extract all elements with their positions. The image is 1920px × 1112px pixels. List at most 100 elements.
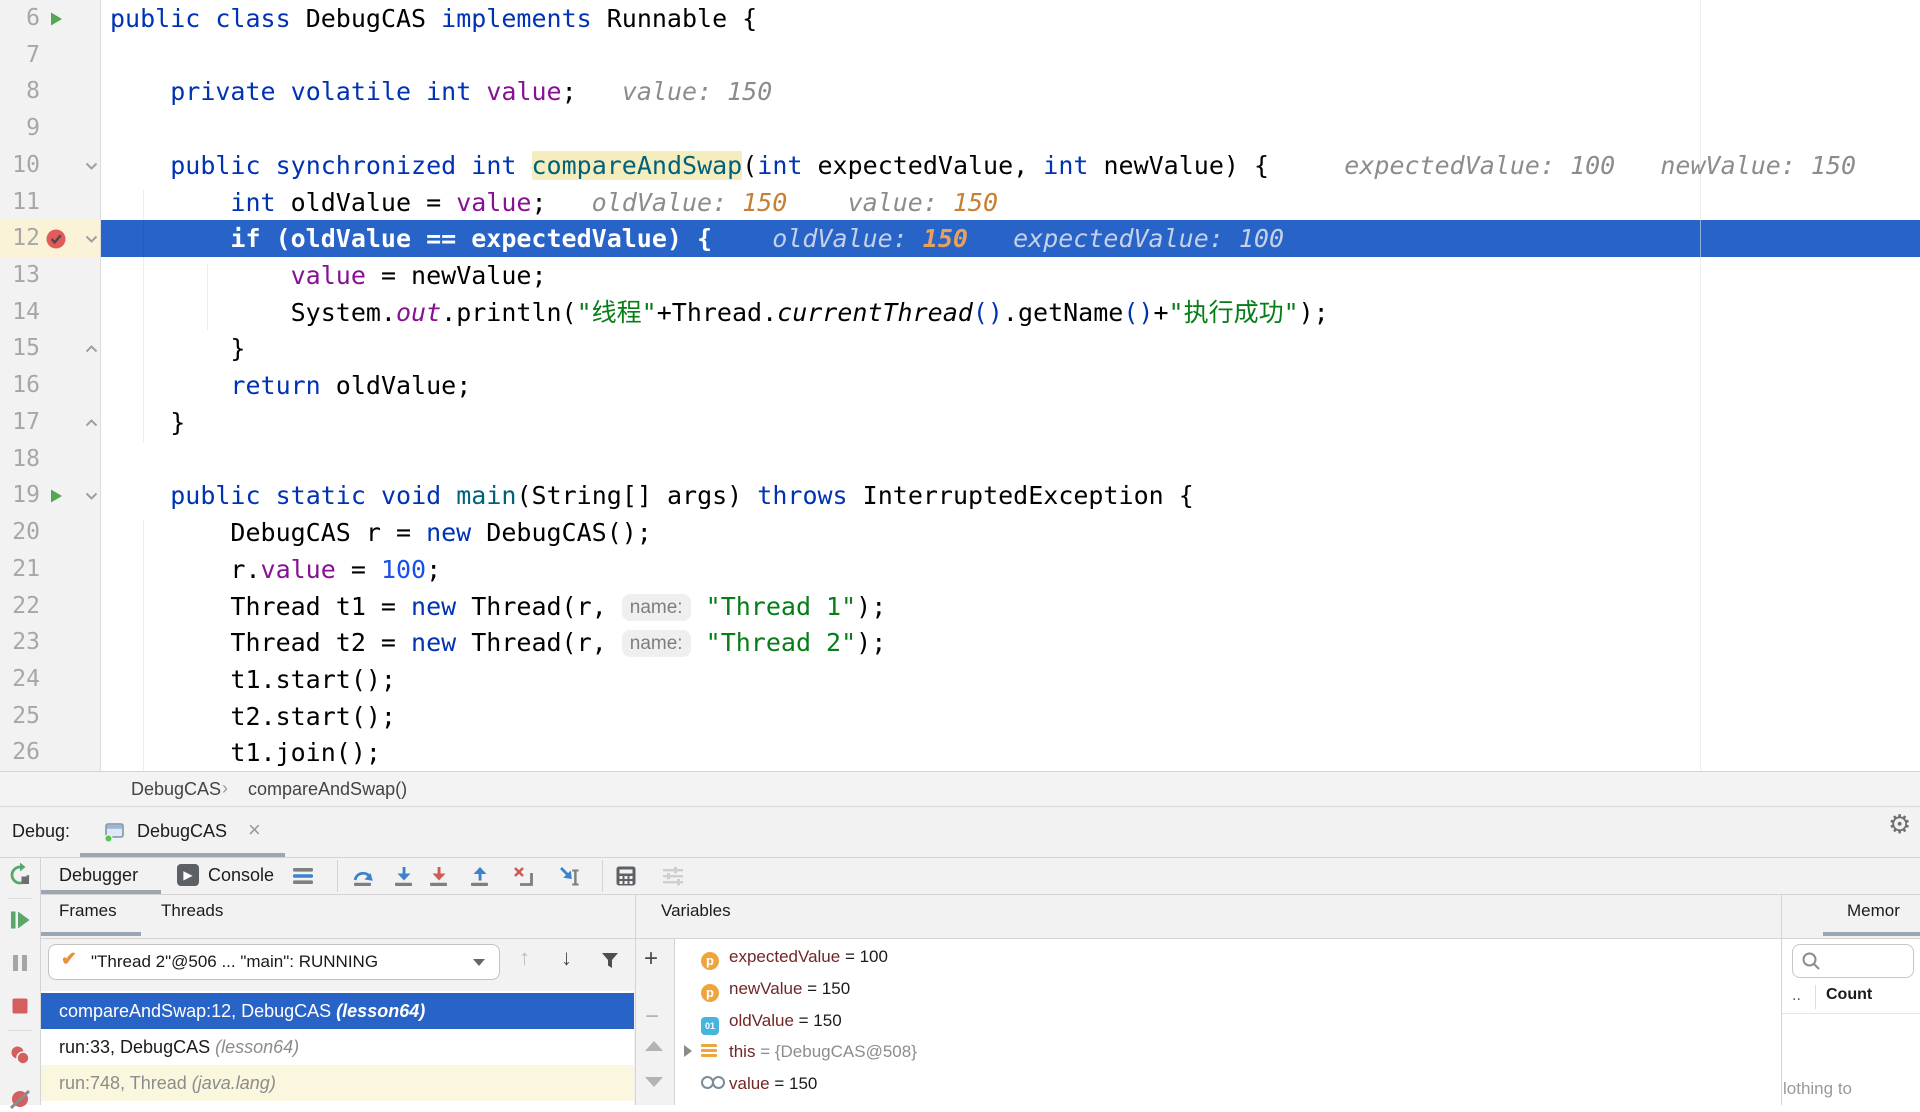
move-watch-up-icon[interactable] — [645, 1041, 663, 1051]
code-line[interactable]: 6 public class DebugCAS implements Runnab… — [0, 0, 1920, 37]
line-number[interactable]: 26 — [0, 734, 40, 771]
line-number[interactable]: 23 — [0, 624, 40, 661]
fold-collapse-icon[interactable] — [84, 489, 99, 502]
frame-down-icon[interactable]: ↓ — [561, 945, 572, 971]
line-number[interactable]: 12 — [0, 220, 40, 257]
code-editor[interactable]: 6 public class DebugCAS implements Runnab… — [0, 0, 1920, 772]
view-breakpoints-icon[interactable] — [9, 1044, 31, 1066]
fold-expand-icon[interactable] — [84, 342, 99, 355]
line-number[interactable]: 24 — [0, 661, 40, 698]
layout-menu-icon[interactable] — [291, 864, 315, 888]
code-line[interactable]: 21 r.value = 100; — [0, 551, 1920, 588]
line-number[interactable]: 20 — [0, 514, 40, 551]
close-icon[interactable]: × — [248, 807, 261, 857]
line-number[interactable]: 13 — [0, 257, 40, 294]
memory-col-count[interactable]: Count — [1826, 986, 1872, 1004]
code-line[interactable]: 7 — [0, 37, 1920, 74]
line-number[interactable]: 15 — [0, 330, 40, 367]
run-to-cursor-icon[interactable] — [557, 864, 581, 888]
code-line[interactable]: 11 int oldValue = value; oldValue: 150 v… — [0, 184, 1920, 221]
code-line[interactable]: 17 } — [0, 404, 1920, 441]
fold-expand-icon[interactable] — [84, 416, 99, 429]
memory-search-input[interactable] — [1792, 944, 1914, 978]
line-number[interactable]: 18 — [0, 441, 40, 478]
code-line[interactable]: 16 return oldValue; — [0, 367, 1920, 404]
code-line[interactable]: 9 — [0, 110, 1920, 147]
tab-frames[interactable]: Frames — [59, 901, 117, 921]
stack-frame[interactable]: compareAndSwap:12, DebugCAS (lesson64) — [41, 993, 634, 1029]
mute-breakpoints-icon[interactable] — [9, 1090, 31, 1112]
line-number[interactable]: 17 — [0, 404, 40, 441]
line-number[interactable]: 19 — [0, 477, 40, 514]
add-watch-icon[interactable]: + — [644, 945, 658, 973]
frame-up-icon[interactable]: ↑ — [519, 945, 530, 971]
code-line[interactable]: 20 DebugCAS r = new DebugCAS(); — [0, 514, 1920, 551]
code-line[interactable]: 18 — [0, 441, 1920, 478]
console-icon: ▶ — [177, 864, 199, 886]
memory-panel-title[interactable]: Memor — [1847, 901, 1900, 921]
variable-row[interactable]: 01 oldValue = 150 — [675, 1005, 1781, 1037]
code-line-text: public static void main(String[] args) t… — [170, 481, 1194, 510]
run-method-icon[interactable] — [50, 11, 63, 26]
code-line[interactable]: 14 System.out.println("线程"+Thread.curren… — [0, 294, 1920, 331]
fold-collapse-icon[interactable] — [84, 159, 99, 172]
pause-icon[interactable] — [9, 952, 31, 974]
move-watch-down-icon[interactable] — [645, 1077, 663, 1087]
code-line[interactable]: 12 if (oldValue == expectedValue) { oldV… — [0, 220, 1920, 257]
code-line[interactable]: 13 value = newValue; — [0, 257, 1920, 294]
filter-icon[interactable] — [599, 950, 621, 972]
line-number[interactable]: 11 — [0, 184, 40, 221]
line-number[interactable]: 16 — [0, 367, 40, 404]
run-method-icon[interactable] — [50, 488, 63, 503]
breakpoint-icon[interactable] — [45, 228, 67, 250]
reset-frame-icon[interactable] — [511, 864, 535, 888]
force-step-into-icon[interactable] — [427, 864, 451, 888]
settings-disabled-icon[interactable] — [661, 864, 685, 888]
memory-col-class[interactable]: .. — [1792, 987, 1801, 1005]
breadcrumb-method[interactable]: compareAndSwap() — [248, 772, 407, 806]
variable-row[interactable]: p expectedValue = 100 — [675, 941, 1781, 973]
code-line[interactable]: 22 Thread t1 = new Thread(r, name: "Thre… — [0, 588, 1920, 625]
code-line[interactable]: 19 public static void main(String[] args… — [0, 477, 1920, 514]
code-line[interactable]: 8 private volatile int value; value: 150 — [0, 73, 1920, 110]
line-number[interactable]: 8 — [0, 73, 40, 110]
variable-row[interactable]: this = {DebugCAS@508} — [675, 1036, 1781, 1068]
rerun-icon[interactable] — [8, 863, 32, 887]
code-line[interactable]: 23 Thread t2 = new Thread(r, name: "Thre… — [0, 624, 1920, 661]
step-over-icon[interactable] — [351, 864, 375, 888]
tab-debugger[interactable]: Debugger — [59, 858, 138, 892]
remove-watch-icon[interactable]: − — [645, 1003, 659, 1031]
line-number[interactable]: 10 — [0, 147, 40, 184]
breadcrumb-class[interactable]: DebugCAS — [131, 772, 221, 806]
debug-session-tab-label: DebugCAS — [137, 821, 228, 841]
line-number[interactable]: 21 — [0, 551, 40, 588]
code-line[interactable]: 15 } — [0, 330, 1920, 367]
line-number[interactable]: 7 — [0, 37, 40, 74]
line-number[interactable]: 25 — [0, 698, 40, 735]
code-line[interactable]: 24 t1.start(); — [0, 661, 1920, 698]
code-line[interactable]: 10 public synchronized int compareAndSwa… — [0, 147, 1920, 184]
line-number[interactable]: 6 — [0, 0, 40, 37]
gear-icon[interactable]: ⚙ — [1888, 809, 1911, 840]
stack-frame[interactable]: run:748, Thread (java.lang) — [41, 1065, 634, 1101]
thread-selector[interactable]: ✔ "Thread 2"@506 ... "main": RUNNING — [48, 944, 500, 980]
expand-arrow-icon[interactable] — [684, 1045, 692, 1058]
variable-row[interactable]: p newValue = 150 — [675, 973, 1781, 1005]
tab-console[interactable]: Console — [208, 858, 274, 892]
resume-icon[interactable] — [8, 908, 32, 932]
fold-collapse-icon[interactable] — [84, 232, 99, 245]
stack-frame[interactable]: run:33, DebugCAS (lesson64) — [41, 1029, 634, 1065]
tab-threads[interactable]: Threads — [161, 901, 223, 921]
line-number[interactable]: 22 — [0, 588, 40, 625]
parameter-name-hint: name: — [621, 594, 691, 621]
code-line[interactable]: 25 t2.start(); — [0, 698, 1920, 735]
stop-icon[interactable] — [10, 996, 30, 1016]
variable-row[interactable]: value = 150 — [675, 1068, 1781, 1100]
evaluate-expression-icon[interactable] — [614, 864, 638, 888]
step-into-icon[interactable] — [392, 864, 416, 888]
line-number[interactable]: 9 — [0, 110, 40, 147]
line-number[interactable]: 14 — [0, 294, 40, 331]
code-line[interactable]: 26 t1.join(); — [0, 734, 1920, 771]
step-out-icon[interactable] — [468, 864, 492, 888]
breadcrumb: DebugCAS › compareAndSwap() — [0, 772, 1920, 807]
